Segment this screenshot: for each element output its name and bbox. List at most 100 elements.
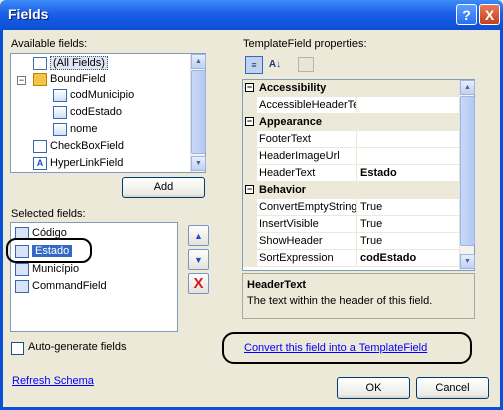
property-row[interactable]: AccessibleHeaderTe bbox=[243, 97, 459, 114]
scroll-up-icon[interactable]: ▲ bbox=[460, 80, 475, 95]
tree-item-label: codMunicipio bbox=[70, 89, 135, 101]
tree-item-label: CheckBoxField bbox=[50, 140, 124, 152]
tree-item-label: nome bbox=[70, 123, 98, 135]
property-value[interactable] bbox=[357, 97, 459, 113]
scroll-down-icon[interactable]: ▼ bbox=[460, 254, 475, 269]
scroll-up-icon[interactable]: ▲ bbox=[191, 54, 206, 69]
property-value[interactable] bbox=[357, 148, 459, 164]
tree-item-label: BoundField bbox=[50, 73, 106, 85]
collapse-icon[interactable]: − bbox=[245, 83, 254, 92]
tree-item-nome[interactable]: nome bbox=[53, 121, 98, 137]
available-fields-label: Available fields: bbox=[11, 38, 88, 50]
property-grid[interactable]: − Accessibility AccessibleHeaderTe − Appeara… bbox=[242, 79, 475, 271]
property-value[interactable]: True bbox=[357, 233, 459, 249]
tree-item-codestado[interactable]: codEstado bbox=[53, 104, 122, 120]
property-name[interactable]: InsertVisible bbox=[257, 216, 357, 232]
property-scrollbar[interactable]: ▲ ▼ bbox=[459, 80, 475, 270]
alphabetical-icon[interactable]: A↓ bbox=[266, 56, 284, 74]
refresh-schema-text[interactable]: Refresh Schema bbox=[12, 375, 94, 387]
tree-item-codmunicipio[interactable]: codMunicipio bbox=[53, 87, 134, 103]
field-icon bbox=[53, 122, 67, 136]
folder-icon bbox=[33, 72, 47, 86]
auto-generate-checkbox[interactable] bbox=[11, 342, 24, 355]
property-name[interactable]: HeaderImageUrl bbox=[257, 148, 357, 164]
property-name[interactable]: SortExpression bbox=[257, 250, 357, 266]
tree-item-all-fields[interactable]: (All Fields) bbox=[33, 55, 108, 71]
property-name[interactable]: FooterText bbox=[257, 131, 357, 147]
property-category[interactable]: − Accessibility bbox=[243, 80, 459, 97]
move-up-button[interactable]: ▲ bbox=[188, 225, 209, 246]
property-row[interactable]: HeaderText Estado bbox=[243, 165, 459, 182]
tree-item-boundfield[interactable]: BoundField bbox=[33, 71, 106, 87]
row-gutter bbox=[243, 165, 257, 181]
row-gutter bbox=[243, 148, 257, 164]
property-value[interactable]: codEstado bbox=[357, 250, 459, 266]
property-category[interactable]: − Behavior bbox=[243, 182, 459, 199]
field-icon bbox=[53, 88, 67, 102]
list-item-label: Município bbox=[32, 263, 80, 275]
cancel-button[interactable]: Cancel bbox=[416, 377, 489, 399]
property-pages-icon[interactable] bbox=[298, 57, 314, 72]
property-row[interactable]: ConvertEmptyString True bbox=[243, 199, 459, 216]
categorized-icon[interactable]: ≡ bbox=[245, 56, 263, 74]
scroll-thumb[interactable] bbox=[460, 96, 475, 246]
title-bar: Fields ? X bbox=[0, 0, 503, 30]
ok-button[interactable]: OK bbox=[337, 377, 410, 399]
category-label: Accessibility bbox=[259, 82, 327, 94]
properties-toolbar: ≡ A↓ bbox=[242, 53, 475, 77]
window-title: Fields bbox=[8, 6, 49, 22]
tree-item-hyperlinkfield[interactable]: A HyperLinkField bbox=[33, 155, 123, 171]
description-title: HeaderText bbox=[247, 279, 307, 291]
property-category[interactable]: − Appearance bbox=[243, 114, 459, 131]
property-row[interactable]: FooterText bbox=[243, 131, 459, 148]
scroll-thumb[interactable] bbox=[191, 70, 206, 154]
list-item-commandfield[interactable]: CommandField bbox=[15, 278, 107, 294]
property-name[interactable]: ConvertEmptyString bbox=[257, 199, 357, 215]
property-name[interactable]: HeaderText bbox=[257, 165, 357, 181]
refresh-schema-link[interactable]: Refresh Schema bbox=[12, 375, 94, 387]
annotation-ellipse bbox=[222, 332, 472, 364]
delete-icon: X bbox=[193, 275, 204, 292]
collapse-icon[interactable]: − bbox=[17, 76, 26, 85]
checkbox-field-icon bbox=[33, 139, 47, 153]
property-value[interactable] bbox=[357, 131, 459, 147]
collapse-icon[interactable]: − bbox=[245, 185, 254, 194]
add-button[interactable]: Add bbox=[122, 177, 205, 198]
help-button[interactable]: ? bbox=[456, 4, 477, 25]
field-icon bbox=[53, 105, 67, 119]
scroll-down-icon[interactable]: ▼ bbox=[191, 156, 206, 171]
list-item-municipio[interactable]: Município bbox=[15, 261, 79, 277]
property-value[interactable]: True bbox=[357, 216, 459, 232]
tree-item-checkboxfield[interactable]: CheckBoxField bbox=[33, 138, 124, 154]
available-fields-tree[interactable]: (All Fields) − BoundField codMunicipio c… bbox=[10, 53, 206, 173]
delete-button[interactable]: X bbox=[188, 273, 209, 294]
template-field-icon bbox=[15, 262, 29, 276]
property-row[interactable]: SortExpression codEstado bbox=[243, 250, 459, 267]
arrow-down-icon: ▼ bbox=[194, 255, 203, 265]
property-row[interactable]: HeaderImageUrl bbox=[243, 148, 459, 165]
annotation-ellipse bbox=[6, 238, 92, 263]
selected-fields-label: Selected fields: bbox=[11, 208, 86, 220]
row-gutter bbox=[243, 97, 257, 113]
list-item-label: CommandField bbox=[32, 280, 107, 292]
category-label: Appearance bbox=[259, 116, 322, 128]
tree-item-label: HyperLinkField bbox=[50, 157, 124, 169]
description-text: The text within the header of this field… bbox=[247, 295, 433, 307]
property-grid-rows: − Accessibility AccessibleHeaderTe − Appeara… bbox=[243, 80, 459, 270]
command-field-icon bbox=[15, 279, 29, 293]
property-name[interactable]: AccessibleHeaderTe bbox=[257, 97, 357, 113]
property-row[interactable]: ShowHeader True bbox=[243, 233, 459, 250]
hyperlink-field-icon: A bbox=[33, 156, 47, 170]
property-value[interactable]: Estado bbox=[357, 165, 459, 181]
available-scrollbar[interactable]: ▲ ▼ bbox=[190, 54, 206, 172]
row-gutter bbox=[243, 216, 257, 232]
move-down-button[interactable]: ▼ bbox=[188, 249, 209, 270]
property-row[interactable]: InsertVisible True bbox=[243, 216, 459, 233]
property-value[interactable]: True bbox=[357, 199, 459, 215]
property-name[interactable]: ShowHeader bbox=[257, 233, 357, 249]
collapse-icon[interactable]: − bbox=[245, 117, 254, 126]
close-button[interactable]: X bbox=[479, 4, 500, 25]
row-gutter bbox=[243, 233, 257, 249]
row-gutter bbox=[243, 131, 257, 147]
row-gutter bbox=[243, 250, 257, 266]
